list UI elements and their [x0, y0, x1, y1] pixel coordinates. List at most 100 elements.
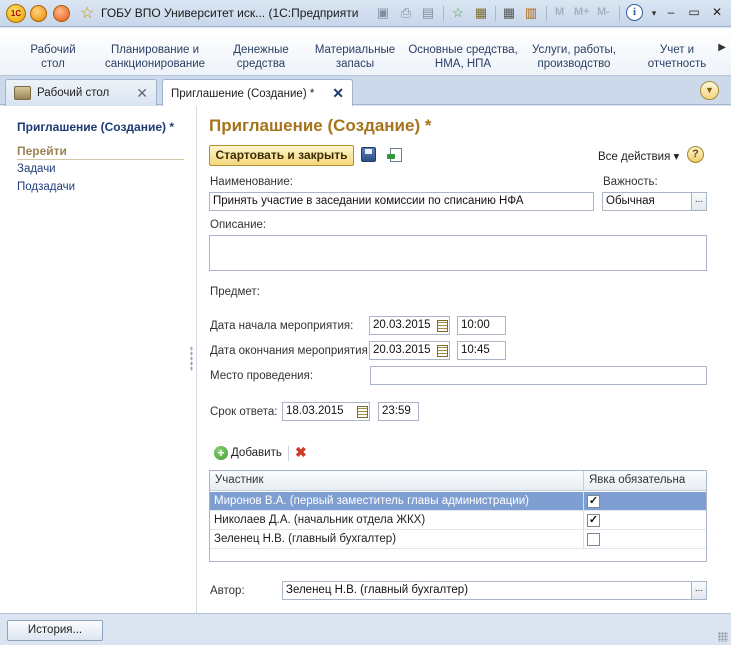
section-money[interactable]: Денежные средства — [226, 43, 296, 71]
tab-desktop[interactable]: Рабочий стол ✕ — [5, 79, 157, 106]
section-desktop[interactable]: Рабочий стол — [22, 43, 84, 71]
resize-grip[interactable] — [718, 632, 728, 642]
calendar-icon[interactable] — [354, 403, 369, 420]
tab-label: Рабочий стол — [37, 87, 110, 99]
participant-name: Миронов В.А. (первый заместитель главы а… — [214, 495, 529, 507]
section-label: санкционирование — [104, 58, 206, 70]
importance-label: Важность: — [603, 176, 658, 188]
name-field[interactable]: Принять участие в заседании комиссии по … — [209, 192, 594, 211]
section-label: Услуги, работы, — [531, 44, 616, 56]
all-actions-menu[interactable]: Все действия ▾ — [598, 149, 679, 163]
save-icon[interactable]: ▣ — [374, 4, 392, 22]
section-services[interactable]: Услуги, работы, производство — [528, 43, 620, 71]
start-time-field[interactable]: 10:00 — [457, 316, 506, 335]
sections-scroll-right-icon[interactable]: ▶ — [718, 42, 726, 53]
tab-bar: Рабочий стол ✕ Приглашение (Создание) * … — [0, 76, 731, 107]
nav-form-title[interactable]: Приглашение (Создание) * — [17, 120, 174, 134]
nav-link-subtasks[interactable]: Подзадачи — [17, 181, 75, 193]
memory-mminus-button[interactable]: M- — [597, 6, 610, 18]
select-button[interactable]: ... — [691, 193, 706, 210]
subject-label: Предмет: — [210, 286, 260, 298]
end-date-label: Дата окончания мероприятия: — [210, 345, 372, 357]
section-label: Основные средства, — [408, 44, 518, 56]
delete-icon[interactable]: ✖ — [295, 444, 307, 461]
history-back-icon[interactable] — [53, 5, 70, 22]
section-label: Планирование и — [110, 44, 200, 56]
importance-value: Обычная — [606, 195, 655, 207]
start-date-value: 20.03.2015 — [373, 319, 431, 331]
help-icon[interactable]: ? — [687, 146, 704, 163]
info-icon[interactable]: i — [626, 4, 643, 21]
deadline-date-value: 18.03.2015 — [286, 405, 344, 417]
post-document-icon[interactable] — [387, 147, 402, 162]
section-planning[interactable]: Планирование и санкционирование — [103, 43, 207, 71]
calendar-icon[interactable] — [434, 342, 449, 359]
participants-table: Участник Явка обязательна Миронов В.А. (… — [209, 470, 707, 562]
tab-invitation[interactable]: Приглашение (Создание) * ✕ — [162, 79, 353, 107]
history-button[interactable]: История... — [7, 620, 103, 641]
desktop-icon — [14, 86, 31, 100]
author-value: Зеленец Н.В. (главный бухгалтер) — [286, 584, 469, 596]
print-icon[interactable]: ⎙ — [397, 4, 415, 22]
page-title: Приглашение (Создание) * — [209, 116, 432, 135]
author-field[interactable]: Зеленец Н.В. (главный бухгалтер) ... — [282, 581, 707, 600]
panel-splitter[interactable] — [190, 346, 193, 372]
end-time-field[interactable]: 10:45 — [457, 341, 506, 360]
deadline-label: Срок ответа: — [210, 406, 278, 418]
section-accounting[interactable]: Учет и отчетность — [642, 43, 712, 71]
save-icon[interactable] — [361, 147, 376, 162]
add-participant-button[interactable]: + Добавить — [214, 446, 282, 460]
place-field[interactable] — [370, 366, 707, 385]
maximize-icon[interactable]: ▭ — [685, 4, 703, 21]
chevron-down-icon[interactable]: ▾ — [645, 4, 663, 22]
mandatory-checkbox[interactable]: ✓ — [587, 495, 600, 508]
column-participant[interactable]: Участник — [215, 474, 264, 486]
preview-icon[interactable]: ▤ — [419, 4, 437, 22]
main-area: Приглашение (Создание) * Перейти Задачи … — [0, 106, 731, 613]
close-icon[interactable]: ✕ — [136, 85, 148, 102]
favorites-star-icon[interactable]: ☆ — [80, 3, 94, 23]
place-label: Место проведения: — [210, 370, 314, 382]
calendar-icon[interactable]: ▥ — [522, 4, 540, 22]
nav-link-tasks[interactable]: Задачи — [17, 163, 56, 175]
mandatory-checkbox[interactable]: ✓ — [587, 514, 600, 527]
table-row[interactable]: Миронов В.А. (первый заместитель главы а… — [210, 492, 706, 511]
table-row[interactable]: Николаев Д.А. (начальник отдела ЖКХ) ✓ — [210, 511, 706, 530]
deadline-date-field[interactable]: 18.03.2015 — [282, 402, 370, 421]
section-label: стол — [41, 58, 65, 70]
bookmark-icon[interactable]: ▦ — [472, 4, 490, 22]
select-button[interactable]: ... — [691, 582, 706, 599]
memory-mplus-button[interactable]: M+ — [574, 6, 590, 18]
section-label: средства — [236, 58, 286, 70]
author-label: Автор: — [210, 585, 245, 597]
calendar-icon[interactable] — [434, 317, 449, 334]
deadline-time-field[interactable]: 23:59 — [378, 402, 419, 421]
description-field[interactable] — [209, 235, 707, 271]
end-date-field[interactable]: 20.03.2015 — [369, 341, 450, 360]
section-fixed-assets[interactable]: Основные средства, НМА, НПА — [405, 43, 521, 71]
app-logo-icon[interactable]: 1С — [6, 4, 26, 23]
close-icon[interactable]: ✕ — [332, 85, 344, 102]
importance-field[interactable]: Обычная ... — [602, 192, 707, 211]
main-menu-icon[interactable] — [30, 5, 47, 22]
start-date-field[interactable]: 20.03.2015 — [369, 316, 450, 335]
section-label: производство — [537, 58, 611, 70]
section-label: запасы — [335, 58, 375, 70]
minimize-icon[interactable]: – — [662, 4, 680, 21]
column-mandatory[interactable]: Явка обязательна — [589, 474, 685, 486]
add-label: Добавить — [231, 447, 282, 459]
close-window-icon[interactable]: ✕ — [708, 4, 726, 21]
mandatory-checkbox[interactable] — [587, 533, 600, 546]
section-materials[interactable]: Материальные запасы — [312, 43, 398, 71]
end-date-value: 20.03.2015 — [373, 344, 431, 356]
participant-name: Николаев Д.А. (начальник отдела ЖКХ) — [214, 514, 426, 526]
memory-m-button[interactable]: M — [555, 6, 564, 18]
start-date-label: Дата начала мероприятия: — [210, 320, 354, 332]
tabs-menu-chevron-icon[interactable]: ▼ — [700, 81, 719, 100]
sections-panel: Рабочий стол Планирование и санкциониров… — [0, 28, 731, 76]
start-and-close-button[interactable]: Стартовать и закрыть — [209, 145, 354, 166]
calculator-icon[interactable]: ▦ — [500, 4, 518, 22]
add-favorite-icon[interactable]: ☆ — [449, 4, 467, 22]
table-row[interactable]: Зеленец Н.В. (главный бухгалтер) — [210, 530, 706, 549]
section-label: отчетность — [647, 58, 707, 70]
